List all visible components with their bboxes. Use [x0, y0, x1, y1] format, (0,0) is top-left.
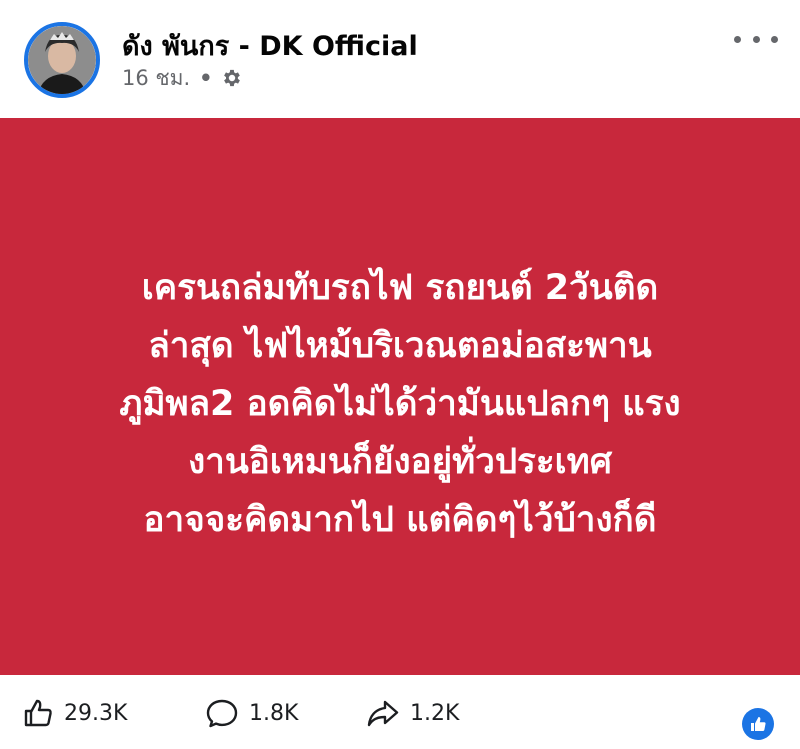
- share-icon: [366, 697, 400, 729]
- like-button[interactable]: 29.3K: [22, 693, 127, 733]
- card-line: อาจจะคิดมากไป แต่คิดๆไว้บ้างก็ดี: [143, 500, 657, 540]
- comment-button[interactable]: 1.8K: [205, 693, 298, 733]
- card-line: เครนถล่มทับรถไฟ รถยนต์ 2วันติด: [141, 268, 659, 308]
- post-time[interactable]: 16 ชม.: [122, 62, 190, 95]
- more-options-button[interactable]: [734, 26, 778, 52]
- comment-icon: [205, 697, 239, 729]
- card-line: ล่าสุด ไฟไหม้บริเวณตอม่อสะพาน: [148, 326, 652, 366]
- thumbs-up-icon: [22, 697, 54, 729]
- card-text: เครนถล่มทับรถไฟ รถยนต์ 2วันติด ล่าสุด ไฟ…: [0, 259, 800, 549]
- avatar-image: [28, 26, 96, 94]
- post-meta: 16 ชม. •: [122, 64, 243, 92]
- comment-count: 1.8K: [249, 700, 299, 726]
- card-line: ภูมิพล2 อดคิดไม่ได้ว่ามันแปลกๆ แรง: [119, 384, 681, 424]
- share-count: 1.2K: [410, 700, 460, 726]
- share-button[interactable]: 1.2K: [366, 693, 459, 733]
- more-dots-icon: [734, 35, 741, 43]
- post-header: ดัง พันกร - DK Official 16 ชม. •: [0, 0, 800, 118]
- like-count: 29.3K: [64, 700, 128, 726]
- author-avatar[interactable]: [24, 22, 100, 98]
- facebook-post: ดัง พันกร - DK Official 16 ชม. • เครนถล่…: [0, 0, 800, 749]
- gear-icon[interactable]: [221, 67, 243, 89]
- meta-separator: •: [199, 66, 213, 90]
- post-footer: 29.3K 1.8K 1.2K: [0, 675, 800, 749]
- card-line: งานอิเหมนก็ยังอยู่ทั่วประเทศ: [188, 442, 612, 482]
- text-card: เครนถล่มทับรถไฟ รถยนต์ 2วันติด ล่าสุด ไฟ…: [0, 118, 800, 675]
- like-reaction-icon[interactable]: [742, 708, 774, 740]
